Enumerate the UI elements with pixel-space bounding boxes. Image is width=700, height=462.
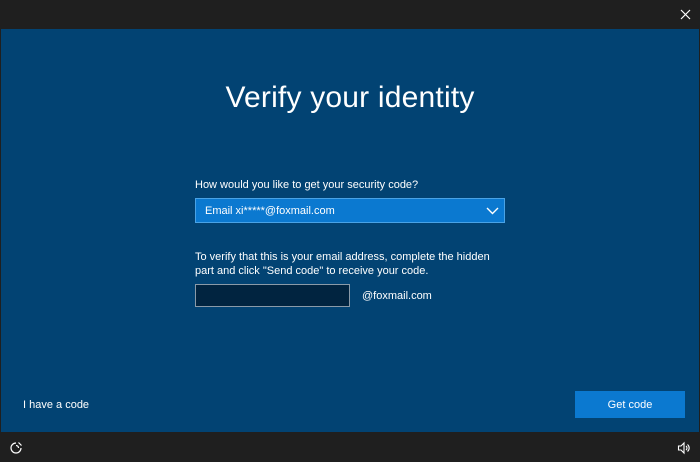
chevron-down-icon xyxy=(480,199,504,222)
volume-button[interactable] xyxy=(676,440,692,456)
get-code-button[interactable]: Get code xyxy=(575,391,685,418)
ease-of-access-icon xyxy=(10,442,22,454)
instruction-text: To verify that this is your email addres… xyxy=(195,251,490,277)
setup-window: Verify your identity How would you like … xyxy=(0,0,700,462)
volume-icon xyxy=(677,441,690,455)
bottom-bar xyxy=(0,432,700,462)
i-have-a-code-link[interactable]: I have a code xyxy=(23,399,89,411)
close-icon xyxy=(680,9,690,20)
main-panel: Verify your identity How would you like … xyxy=(1,29,699,432)
verification-method-value: Email xi*****@foxmail.com xyxy=(205,204,335,217)
page-title: Verify your identity xyxy=(225,81,475,114)
email-domain-suffix: @foxmail.com xyxy=(362,290,432,302)
verification-method-select[interactable]: Email xi*****@foxmail.com xyxy=(195,198,505,223)
question-label: How would you like to get your security … xyxy=(195,179,419,191)
ease-of-access-button[interactable] xyxy=(8,440,24,456)
title-bar xyxy=(0,0,700,29)
hidden-email-input[interactable] xyxy=(195,284,350,307)
close-button[interactable] xyxy=(670,0,700,29)
